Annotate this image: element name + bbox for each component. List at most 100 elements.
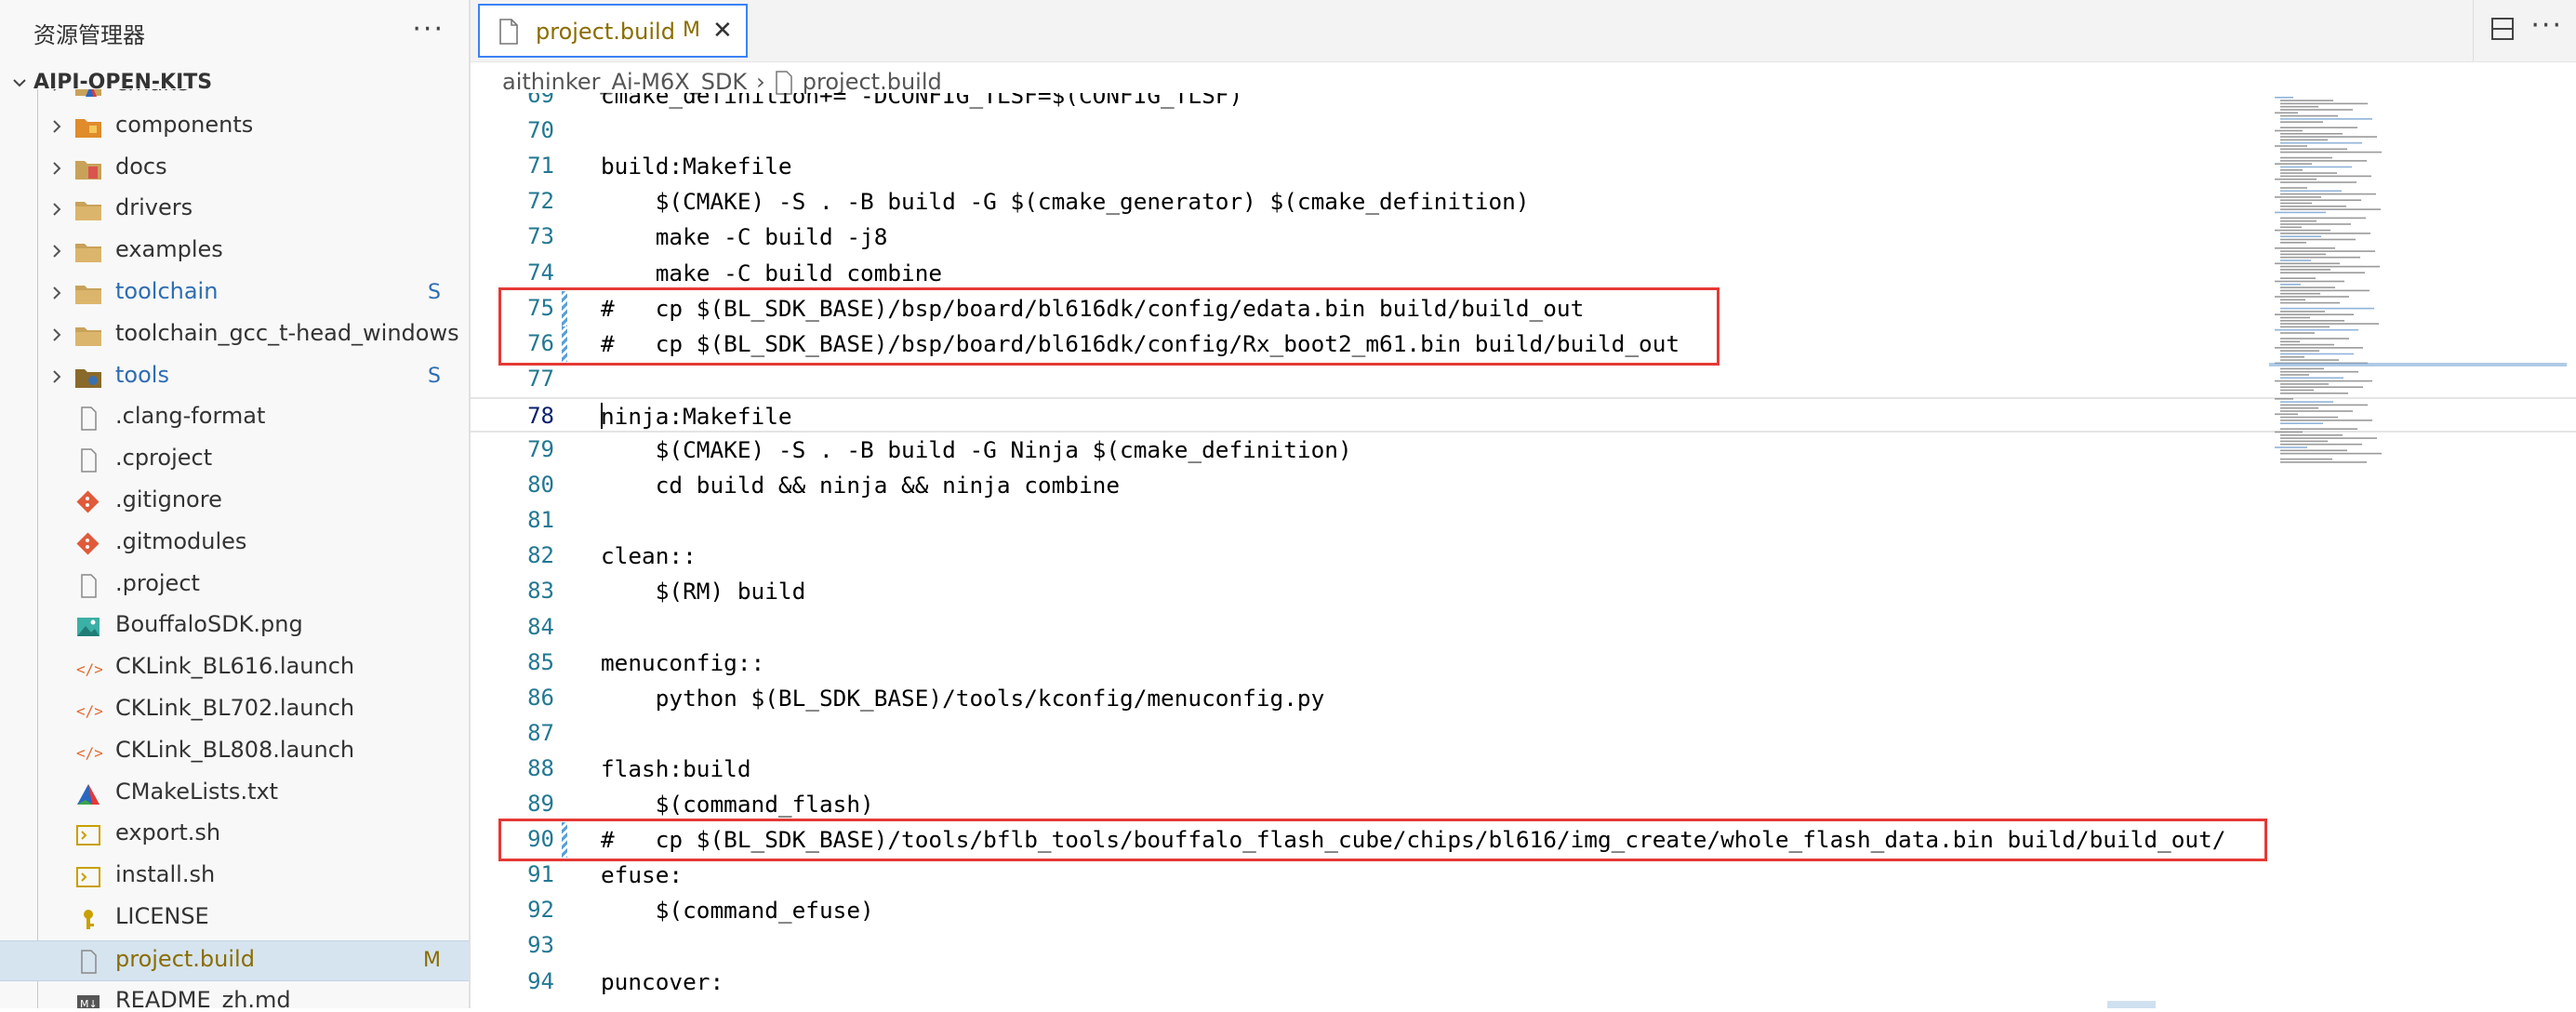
- tree-file-row[interactable]: .clang-format: [0, 398, 469, 439]
- code-line[interactable]: 91 efuse:: [471, 858, 2576, 893]
- code-line[interactable]: 92 $(command_efuse): [471, 893, 2576, 928]
- minimap-line: [2280, 220, 2317, 222]
- code-line[interactable]: 89 $(command_flash): [471, 787, 2576, 822]
- minimap-line: [2280, 151, 2382, 153]
- tree-file-row[interactable]: CMakeLists.txt: [0, 774, 469, 815]
- line-number: 80: [527, 472, 554, 499]
- code-line-text: efuse:: [601, 861, 684, 889]
- minimap-line: [2280, 136, 2377, 138]
- line-number: 87: [527, 719, 554, 746]
- minimap-line: [2280, 166, 2352, 168]
- minimap-line: [2280, 443, 2362, 446]
- code-line[interactable]: 73 make -C build -j8: [471, 220, 2576, 255]
- code-line[interactable]: 78 ninja:Makefile: [471, 396, 2576, 433]
- code-line[interactable]: 82 clean::: [471, 539, 2576, 574]
- line-number: 73: [527, 223, 554, 250]
- minimap-line: [2280, 370, 2358, 373]
- line-number: 82: [527, 542, 554, 569]
- tree-folder-row[interactable]: toolchain S: [0, 273, 469, 314]
- minimap-line: [2280, 109, 2353, 111]
- folder-icon: [74, 281, 102, 307]
- tree-item-label: tools: [115, 361, 169, 388]
- minimap-line: [2280, 102, 2368, 105]
- chevron-right-icon[interactable]: [48, 201, 65, 218]
- tree-file-row[interactable]: .project: [0, 566, 469, 606]
- tab-project-build[interactable]: project.build M ✕: [478, 4, 748, 58]
- minimap-line: [2280, 141, 2362, 144]
- minimap-line: [2280, 187, 2307, 189]
- code-line[interactable]: 90 # cp $(BL_SDK_BASE)/tools/bflb_tools/b…: [471, 822, 2576, 859]
- chevron-right-icon[interactable]: [48, 243, 65, 260]
- tree-folder-row[interactable]: tools S: [0, 357, 469, 398]
- code-line[interactable]: 72 $(CMAKE) -S . -B build -G $(cmake_gen…: [471, 184, 2576, 220]
- minimap-line: [2280, 386, 2363, 388]
- tree-file-row[interactable]: install.sh: [0, 857, 469, 898]
- code-line[interactable]: 86 python $(BL_SDK_BASE)/tools/kconfig/m…: [471, 681, 2576, 716]
- code-line[interactable]: 71 build:Makefile: [471, 149, 2576, 184]
- close-icon[interactable]: ✕: [712, 17, 733, 45]
- chevron-right-icon[interactable]: [48, 160, 65, 177]
- code-line[interactable]: 76 # cp $(BL_SDK_BASE)/bsp/board/bl616dk/…: [471, 326, 2576, 362]
- code-line[interactable]: 94 puncover:: [471, 965, 2576, 1000]
- code-line[interactable]: 75 # cp $(BL_SDK_BASE)/bsp/board/bl616dk/…: [471, 290, 2576, 326]
- minimap-slider[interactable]: [2269, 363, 2567, 366]
- tree-file-row[interactable]: </> CKLink_BL702.launch: [0, 690, 469, 731]
- code-line[interactable]: 88 flash:build: [471, 752, 2576, 787]
- breadcrumb-folder[interactable]: aithinker_Ai-M6X_SDK: [502, 69, 747, 95]
- svg-text:</>: </>: [76, 702, 102, 720]
- code-line[interactable]: 81: [471, 503, 2576, 539]
- git-icon: [74, 531, 102, 557]
- tree-file-row[interactable]: BouffaloSDK.png: [0, 606, 469, 647]
- tree-folder-row[interactable]: docs: [0, 149, 469, 190]
- code-line[interactable]: 93: [471, 928, 2576, 964]
- minimap-line: [2275, 313, 2354, 315]
- code-line[interactable]: 80 cd build && ninja && ninja combine: [471, 468, 2576, 503]
- split-editor-icon[interactable]: [2490, 17, 2515, 41]
- code-file-icon: </>: [74, 656, 103, 682]
- code-editor[interactable]: 69 cmake_definition+= -DCONFIG_TLSF=$(CON…: [471, 93, 2576, 1008]
- minimap-line: [2280, 416, 2338, 419]
- tree-file-row[interactable]: .cproject: [0, 440, 469, 481]
- chevron-right-icon[interactable]: [48, 368, 65, 385]
- code-line[interactable]: 77: [471, 362, 2576, 397]
- more-actions-icon[interactable]: ···: [2530, 9, 2563, 42]
- minimap-line: [2275, 398, 2293, 400]
- tree-file-row[interactable]: .gitmodules: [0, 524, 469, 565]
- code-line[interactable]: 74 make -C build combine: [471, 256, 2576, 291]
- minimap-line: [2280, 105, 2318, 108]
- chevron-right-icon[interactable]: [48, 285, 65, 301]
- horizontal-scrollbar[interactable]: [2107, 1001, 2156, 1008]
- more-actions-icon[interactable]: ···: [412, 13, 445, 46]
- tree-folder-row[interactable]: cmake: [0, 89, 469, 106]
- tree-file-row[interactable]: M↓ README_zh.md: [0, 982, 469, 1008]
- code-line[interactable]: 70: [471, 113, 2576, 149]
- breadcrumb-file[interactable]: project.build: [803, 69, 942, 95]
- code-line[interactable]: 87: [471, 716, 2576, 752]
- code-line[interactable]: 84: [471, 610, 2576, 646]
- code-line[interactable]: 69 cmake_definition+= -DCONFIG_TLSF=$(CON…: [471, 93, 2576, 113]
- code-line[interactable]: 85 menuconfig::: [471, 646, 2576, 681]
- minimap[interactable]: [2269, 93, 2567, 1008]
- minimap-line: [2280, 193, 2376, 195]
- tree-file-row[interactable]: .gitignore: [0, 482, 469, 523]
- chevron-right-icon[interactable]: [48, 326, 65, 343]
- minimap-line: [2280, 389, 2314, 392]
- code-line[interactable]: 79 $(CMAKE) -S . -B build -G Ninja $(cma…: [471, 433, 2576, 468]
- tree-file-row[interactable]: export.sh: [0, 815, 469, 856]
- tree-folder-row[interactable]: toolchain_gcc_t-head_windows: [0, 315, 469, 356]
- tree-folder-row[interactable]: drivers: [0, 190, 469, 231]
- svg-text:M↓: M↓: [80, 998, 98, 1008]
- minimap-line: [2280, 449, 2347, 452]
- code-line-text: $(CMAKE) -S . -B build -G Ninja $(cmake_…: [601, 436, 1352, 463]
- tree-file-row[interactable]: </> CKLink_BL616.launch: [0, 648, 469, 689]
- code-line[interactable]: 83 $(RM) build: [471, 574, 2576, 609]
- code-line-text: cmake_definition+= -DCONFIG_TLSF=$(CONFI…: [601, 93, 1243, 109]
- tree-file-row[interactable]: project.build M: [0, 939, 469, 981]
- chevron-right-icon[interactable]: [48, 118, 65, 135]
- chevron-right-icon[interactable]: [48, 89, 65, 93]
- tree-file-row[interactable]: </> CKLink_BL808.launch: [0, 732, 469, 773]
- tree-file-row[interactable]: LICENSE: [0, 899, 469, 939]
- tree-folder-row[interactable]: examples: [0, 232, 469, 273]
- minimap-line: [2280, 269, 2330, 271]
- tree-folder-row[interactable]: components: [0, 107, 469, 148]
